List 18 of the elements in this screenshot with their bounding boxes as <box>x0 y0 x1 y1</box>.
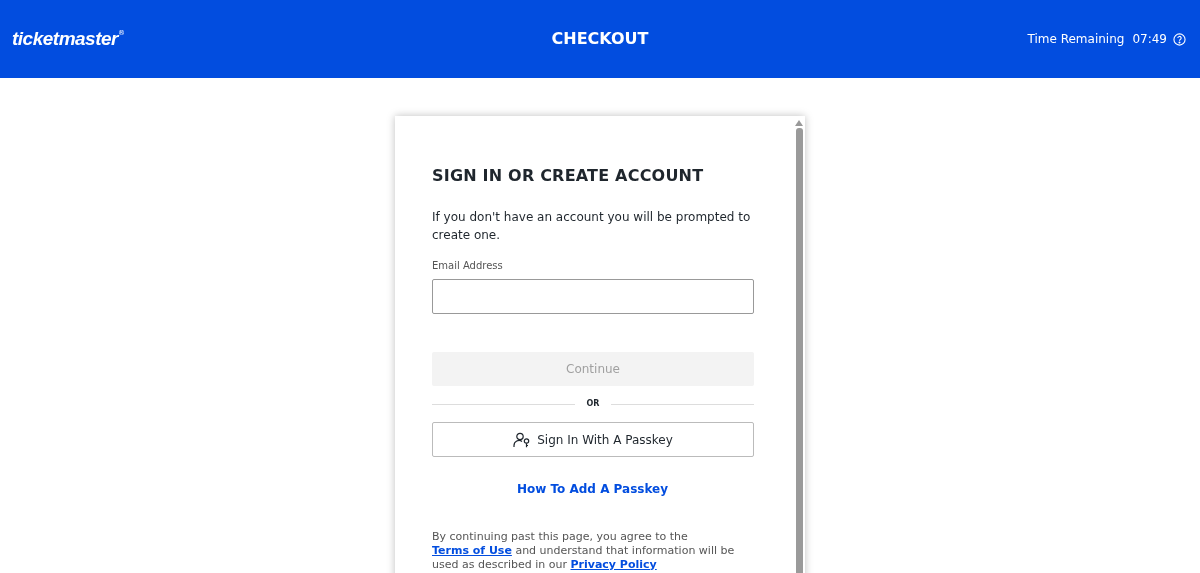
passkey-button[interactable]: Sign In With A Passkey <box>432 422 754 457</box>
terms-link[interactable]: Terms of Use <box>432 544 512 557</box>
scrollbar-thumb[interactable] <box>795 128 803 573</box>
timer-label: Time Remaining <box>1027 31 1125 48</box>
field-label: Email Address <box>432 259 504 273</box>
person-key-icon <box>513 431 532 448</box>
scroll-up-icon[interactable] <box>795 120 803 126</box>
intro-text: If you don't have an account you will be prompted to create one. <box>432 209 752 244</box>
timer-value: 07:49 <box>1132 31 1167 48</box>
help-icon[interactable] <box>1173 32 1186 46</box>
help-link[interactable]: How To Add A Passkey <box>431 480 754 498</box>
divider-label: OR <box>586 398 600 410</box>
legal-text: By continuing past this page, you agree to the Terms of Use and understand that information will be used as described in our Privacy Policy <box>432 530 736 572</box>
page-title: CHECKOUT <box>551 28 649 50</box>
email-field[interactable] <box>432 279 754 314</box>
privacy-link[interactable]: Privacy Policy <box>570 558 657 571</box>
logo[interactable]: ticketmaster <box>12 24 118 54</box>
form-title: SIGN IN OR CREATE ACCOUNT <box>432 165 705 187</box>
